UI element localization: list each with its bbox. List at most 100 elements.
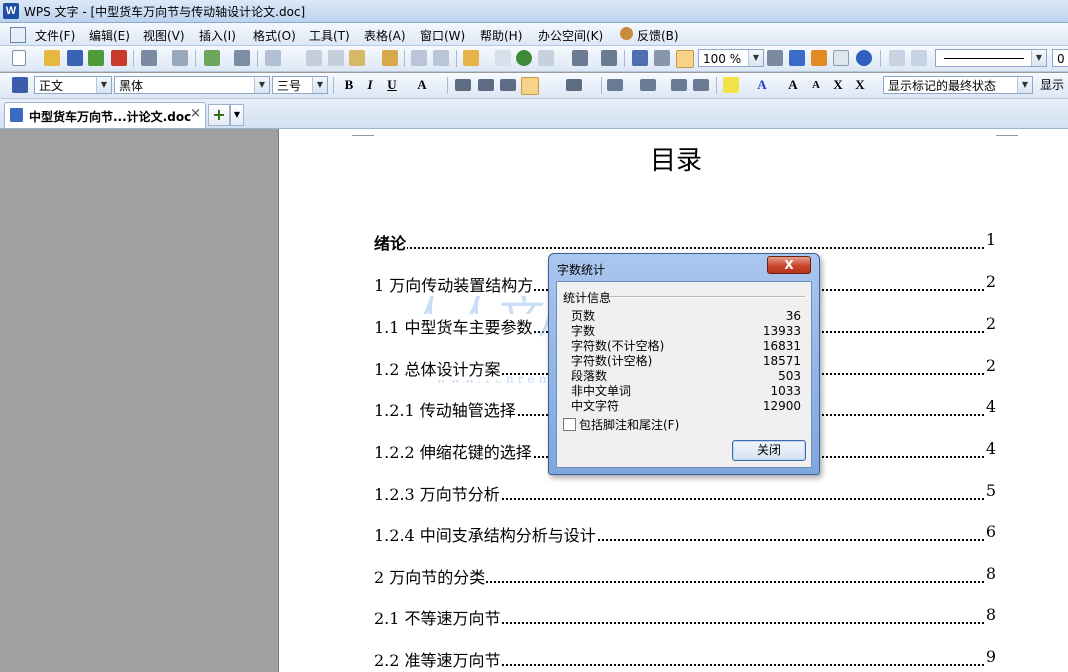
underline-icon[interactable]: U (384, 77, 400, 93)
toc-entry[interactable]: 2 万向节的分类 8 (374, 564, 996, 588)
new-doc-icon[interactable] (12, 50, 26, 66)
stat-value: 503 (778, 369, 801, 383)
toc-entry[interactable]: 1.2.4 中间支承结构分析与设计 6 (374, 522, 996, 546)
help-icon[interactable] (856, 50, 872, 66)
decrease-indent-icon[interactable] (671, 79, 687, 91)
feedback-icon[interactable] (620, 27, 633, 41)
chevron-down-icon[interactable]: ▼ (1031, 50, 1046, 66)
menu-table[interactable]: 表格(A) (364, 27, 406, 44)
superscript-icon[interactable]: X (830, 77, 846, 93)
bullets-icon[interactable] (640, 79, 656, 91)
styles-pane-icon[interactable] (12, 77, 28, 93)
menu-window[interactable]: 窗口(W) (420, 27, 465, 44)
toc-entry[interactable]: 绪论 1 (374, 230, 996, 254)
find-icon[interactable] (767, 50, 783, 66)
shrink-font-icon[interactable]: A (808, 77, 824, 93)
table-grid-icon[interactable] (572, 50, 588, 66)
open-folder-icon[interactable] (44, 50, 60, 66)
bold-icon[interactable]: B (341, 77, 357, 93)
chevron-down-icon[interactable]: ▼ (748, 50, 763, 66)
include-footnotes-checkbox[interactable] (563, 418, 576, 431)
toc-entry-page: 2 (983, 272, 996, 291)
close-button[interactable]: 关闭 (732, 440, 806, 461)
show-marks-icon[interactable] (654, 50, 670, 66)
columns-icon[interactable] (538, 50, 554, 66)
italic-icon[interactable]: I (362, 77, 378, 93)
cut-icon[interactable] (328, 50, 344, 66)
toc-entry[interactable]: 2.1 不等速万向节 8 (374, 605, 996, 629)
menu-feedback[interactable]: 反馈(B) (637, 27, 679, 44)
menu-help[interactable]: 帮助(H) (480, 27, 522, 44)
menu-file[interactable]: 文件(F) (35, 27, 75, 44)
chevron-down-icon[interactable]: ▼ (96, 77, 111, 93)
close-icon[interactable]: X (767, 256, 811, 274)
new-tab-button[interactable]: + (208, 104, 230, 126)
undo-icon[interactable] (411, 50, 427, 66)
document-map-icon[interactable] (789, 50, 805, 66)
word-count-dialog: 字数统计 X 统计信息 页数 36 字数 13933 字符数(不计空格) 16831 字符数… (548, 253, 820, 475)
drawing-icon[interactable] (632, 50, 648, 66)
document-icon (10, 108, 23, 122)
style-select[interactable]: 正文 ▼ (34, 76, 112, 94)
chart-icon[interactable] (601, 50, 617, 66)
redo-icon[interactable] (433, 50, 449, 66)
menu-insert[interactable]: 插入(I) (199, 27, 236, 44)
chevron-down-icon[interactable]: ▼ (254, 77, 269, 93)
formula-icon[interactable] (495, 50, 511, 66)
grow-font-icon[interactable]: A (785, 77, 801, 93)
toc-entry[interactable]: 1.2.3 万向节分析 5 (374, 481, 996, 505)
brush-icon[interactable] (382, 50, 398, 66)
chevron-down-icon[interactable]: ▼ (1017, 77, 1032, 93)
text-effect-icon[interactable]: A (414, 77, 430, 93)
track-changes-select[interactable]: 显示标记的最终状态 ▼ (883, 76, 1033, 94)
traditional-chinese-icon[interactable] (265, 50, 281, 66)
menu-view[interactable]: 视图(V) (143, 27, 185, 44)
align-center-icon[interactable] (478, 79, 494, 91)
toc-entry[interactable]: 2.2 准等速万向节 9 (374, 647, 996, 671)
align-right-icon[interactable] (500, 79, 516, 91)
font-select[interactable]: 黑体 ▼ (114, 76, 270, 94)
export-pdf-icon[interactable] (111, 50, 127, 66)
comment-icon[interactable] (911, 50, 927, 66)
subscript-icon[interactable]: X (852, 77, 868, 93)
numbering-icon[interactable] (607, 79, 623, 91)
page-view-icon[interactable] (676, 50, 694, 68)
send-mail-icon[interactable] (88, 50, 104, 66)
format-painter-icon[interactable] (234, 50, 250, 66)
menu-edit[interactable]: 编辑(E) (89, 27, 130, 44)
hyperlink-icon[interactable] (516, 50, 532, 66)
text-box-icon[interactable] (889, 50, 905, 66)
stat-value: 36 (785, 309, 801, 323)
print-icon[interactable] (141, 50, 157, 66)
print-preview-icon[interactable] (172, 50, 188, 66)
menu-tools[interactable]: 工具(T) (309, 27, 350, 44)
font-size-select[interactable]: 三号 ▼ (272, 76, 328, 94)
add-page-icon[interactable] (204, 50, 220, 66)
chevron-down-icon[interactable]: ▼ (230, 104, 244, 126)
line-style-select[interactable]: ▼ (935, 49, 1047, 67)
copy-icon[interactable] (306, 50, 322, 66)
show-menu[interactable]: 显示 (1036, 76, 1068, 94)
toc-entry-page: 4 (983, 439, 996, 458)
include-footnotes-label[interactable]: 包括脚注和尾注(F) (579, 416, 679, 433)
insert-table-icon[interactable] (463, 50, 479, 66)
shirt-icon[interactable] (833, 50, 849, 66)
highlight-icon[interactable] (723, 77, 739, 93)
save-icon[interactable] (67, 50, 83, 66)
menu-doc-icon[interactable] (10, 27, 26, 43)
zoom-select[interactable]: 100 % ▼ (698, 49, 764, 67)
wps-app-icon[interactable]: W (3, 3, 19, 19)
close-tab-icon[interactable]: × (190, 106, 201, 121)
paste-icon[interactable] (349, 50, 365, 66)
menu-office-space[interactable]: 办公空间(K) (538, 27, 603, 44)
increase-indent-icon[interactable] (693, 79, 709, 91)
document-tab[interactable]: 中型货车万向节...计论文.doc × (4, 102, 206, 128)
template-icon[interactable] (811, 50, 827, 66)
line-width-field[interactable]: 0 (1052, 49, 1068, 67)
menu-format[interactable]: 格式(O) (253, 27, 296, 44)
line-spacing-icon[interactable] (566, 79, 582, 91)
align-left-icon[interactable] (455, 79, 471, 91)
font-color-icon[interactable]: A (754, 77, 770, 93)
justify-icon[interactable] (521, 77, 539, 95)
chevron-down-icon[interactable]: ▼ (312, 77, 327, 93)
